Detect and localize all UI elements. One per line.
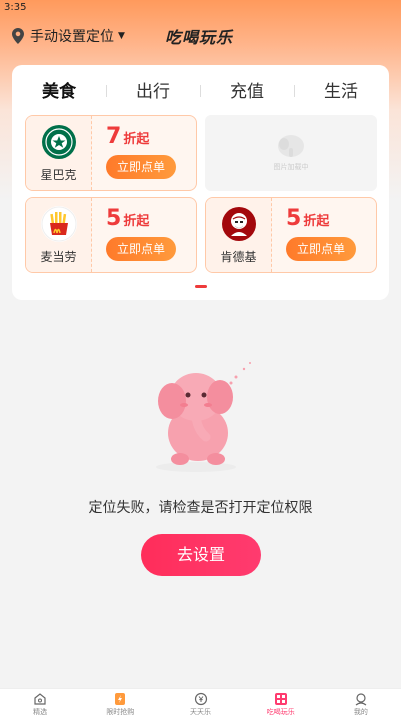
image-loading-placeholder: 图片加载中 xyxy=(205,115,377,191)
nav-label: 精选 xyxy=(33,708,48,716)
profile-icon xyxy=(355,693,367,706)
nav-item-profile[interactable]: 我的 xyxy=(321,689,401,720)
elephant-placeholder-icon xyxy=(278,135,304,157)
home-icon xyxy=(34,693,46,705)
discount-label: 5 折起 xyxy=(286,206,376,231)
tab-divider xyxy=(294,85,295,97)
tab-life[interactable]: 生活 xyxy=(294,77,388,103)
top-bar: 手动设置定位 ▼ 吃喝玩乐 xyxy=(0,20,401,52)
coupon-logo-area: 肯德基 xyxy=(206,198,272,272)
flash-sale-icon xyxy=(115,693,126,705)
tab-travel[interactable]: 出行 xyxy=(106,77,200,103)
order-now-button[interactable]: 立即点单 xyxy=(286,237,356,261)
status-time: 3:35 xyxy=(4,2,27,13)
coupon-mcdonalds[interactable]: 麦当劳 5 折起 立即点单 xyxy=(25,197,197,273)
empty-state-illustration xyxy=(0,355,401,479)
tab-food[interactable]: 美食 xyxy=(12,77,106,106)
kfc-logo-icon xyxy=(221,206,257,242)
nav-label: 天天乐 xyxy=(190,708,211,716)
nav-item-daily-fun[interactable]: 天天乐 xyxy=(160,689,240,720)
brand-name: 肯德基 xyxy=(220,250,257,264)
nav-item-food-fun[interactable]: 吃喝玩乐 xyxy=(241,689,321,720)
caret-down-icon: ▼ xyxy=(118,31,125,41)
coupon-starbucks[interactable]: 星巴克 7 折起 立即点单 xyxy=(25,115,197,191)
location-text: 手动设置定位 xyxy=(30,29,114,45)
starbucks-logo-icon xyxy=(41,124,77,160)
discount-value: 5 xyxy=(106,206,122,231)
placeholder-label: 图片加载中 xyxy=(273,163,309,171)
nav-label: 限时抢购 xyxy=(106,708,135,716)
location-selector[interactable]: 手动设置定位 ▼ xyxy=(12,26,125,46)
coupon-offer: 7 折起 立即点单 xyxy=(92,116,196,190)
app-title: 吃喝玩乐 xyxy=(165,28,234,47)
coupon-logo-area: 星巴克 xyxy=(26,116,92,190)
location-pin-icon xyxy=(12,28,24,44)
brand-coupon-card: 美食 出行 充值 生活 星巴克 7 折起 立即点单 图片加载中 麦当劳 5 折起… xyxy=(12,65,389,300)
discount-unit: 折起 xyxy=(123,214,150,229)
nav-label: 我的 xyxy=(353,708,368,716)
nav-label: 吃喝玩乐 xyxy=(266,708,295,716)
page-indicator xyxy=(195,285,207,288)
tab-divider xyxy=(200,85,201,97)
yuan-coin-icon xyxy=(194,692,207,706)
brand-name: 麦当劳 xyxy=(40,250,77,264)
coupon-logo-area: 麦当劳 xyxy=(26,198,92,272)
discount-value: 5 xyxy=(286,206,302,231)
tab-divider xyxy=(106,85,107,97)
discount-value: 7 xyxy=(106,124,122,149)
discount-label: 5 折起 xyxy=(106,206,196,231)
discount-unit: 折起 xyxy=(123,132,150,147)
bottom-nav: 精选 限时抢购 天天乐 吃喝玩乐 我的 xyxy=(0,688,401,720)
status-bar: 3:35 xyxy=(0,0,401,16)
coupon-offer: 5 折起 立即点单 xyxy=(272,198,376,272)
discount-unit: 折起 xyxy=(303,214,330,229)
go-to-settings-button[interactable]: 去设置 xyxy=(141,534,261,576)
mcdonalds-logo-icon xyxy=(40,206,77,242)
coupon-offer: 5 折起 立即点单 xyxy=(92,198,196,272)
pink-elephant-icon xyxy=(155,362,251,472)
nav-item-flash-sale[interactable]: 限时抢购 xyxy=(80,689,160,720)
order-now-button[interactable]: 立即点单 xyxy=(106,237,176,261)
coupon-kfc[interactable]: 肯德基 5 折起 立即点单 xyxy=(205,197,377,273)
food-fun-icon xyxy=(274,693,287,705)
order-now-button[interactable]: 立即点单 xyxy=(106,155,176,179)
brand-name: 星巴克 xyxy=(40,168,77,182)
location-failed-message: 定位失败，请检查是否打开定位权限 xyxy=(88,500,313,516)
tab-recharge[interactable]: 充值 xyxy=(200,77,294,103)
discount-label: 7 折起 xyxy=(106,124,196,149)
nav-item-featured[interactable]: 精选 xyxy=(0,689,80,720)
